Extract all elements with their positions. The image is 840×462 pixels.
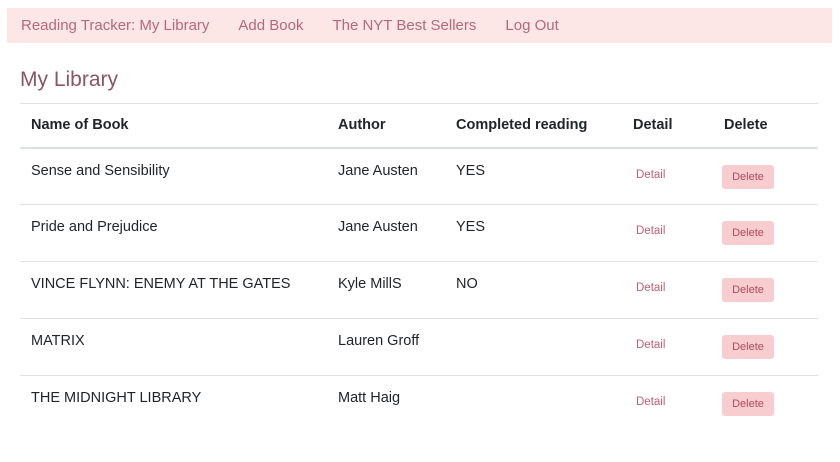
book-author-cell: Jane Austen	[327, 204, 445, 262]
book-completed-cell: NO	[445, 261, 622, 319]
delete-button[interactable]: Delete	[722, 278, 774, 302]
detail-cell: Detail	[622, 204, 713, 262]
column-header-delete: Delete	[713, 103, 818, 149]
column-header-completed: Completed reading	[445, 103, 622, 149]
detail-cell: Detail	[622, 261, 713, 319]
delete-button[interactable]: Delete	[722, 335, 774, 359]
detail-link[interactable]: Detail	[636, 282, 665, 294]
page-title: My Library	[20, 68, 119, 91]
column-header-detail: Detail	[622, 103, 713, 149]
detail-link[interactable]: Detail	[636, 339, 665, 351]
detail-link[interactable]: Detail	[636, 225, 665, 237]
book-author-cell: Matt Haig	[338, 390, 401, 406]
delete-cell: Delete	[713, 261, 818, 319]
book-completed-cell	[445, 318, 622, 376]
detail-cell: Detail	[622, 376, 713, 433]
delete-cell: Delete	[713, 318, 818, 376]
detail-link[interactable]: Detail	[636, 396, 665, 408]
book-completed-cell: YES	[445, 147, 622, 205]
detail-cell: Detail	[622, 147, 713, 205]
delete-cell: Delete	[713, 204, 818, 262]
nav-brand-link[interactable]: Reading Tracker: My Library	[21, 8, 209, 43]
nav-add-book-link[interactable]: Add Book	[238, 8, 303, 43]
table-header: Name of Book Author Completed reading De…	[20, 103, 818, 149]
books-table: Name of Book Author Completed reading De…	[20, 103, 818, 433]
book-author-cell: Lauren Groff	[327, 318, 445, 376]
nav-log-out-link[interactable]: Log Out	[505, 8, 558, 43]
table-row: Pride and Prejudice Jane Austen YES Deta…	[20, 204, 818, 262]
book-completed-cell	[445, 376, 622, 433]
book-name-cell: VINCE FLYNN: ENEMY AT THE GATES	[20, 261, 327, 319]
table-header-row: Name of Book Author Completed reading De…	[20, 103, 818, 149]
nav-nyt-best-sellers-link[interactable]: The NYT Best Sellers	[332, 8, 476, 43]
table-body: Sense and Sensibility Jane Austen YES De…	[20, 147, 818, 433]
book-name-cell: Sense and Sensibility	[20, 147, 327, 205]
book-name-cell: MATRIX	[20, 318, 327, 376]
book-author-cell: Kyle MillS	[327, 261, 445, 319]
delete-cell: Delete	[713, 147, 818, 205]
delete-button[interactable]: Delete	[722, 221, 774, 245]
detail-cell: Detail	[622, 318, 713, 376]
delete-cell: Delete	[713, 376, 818, 433]
table-row: Sense and Sensibility Jane Austen YES De…	[20, 147, 818, 205]
detail-link[interactable]: Detail	[636, 169, 665, 181]
table-row: MATRIX Lauren Groff Detail Delete	[20, 318, 818, 376]
table-row: THE MIDNIGHT LIBRARY Matt Haig Detail De…	[20, 376, 818, 433]
book-author-cell: Jane Austen	[327, 147, 445, 205]
book-name-cell: Pride and Prejudice	[20, 204, 327, 262]
table-row: VINCE FLYNN: ENEMY AT THE GATES Kyle Mil…	[20, 261, 818, 319]
delete-button[interactable]: Delete	[722, 392, 774, 416]
column-header-name: Name of Book	[20, 103, 327, 149]
delete-button[interactable]: Delete	[722, 164, 774, 189]
book-name-cell: THE MIDNIGHT LIBRARY	[31, 390, 202, 406]
navbar: Reading Tracker: My Library Add Book The…	[7, 8, 832, 43]
book-completed-cell: YES	[445, 204, 622, 262]
column-header-author: Author	[327, 103, 445, 149]
